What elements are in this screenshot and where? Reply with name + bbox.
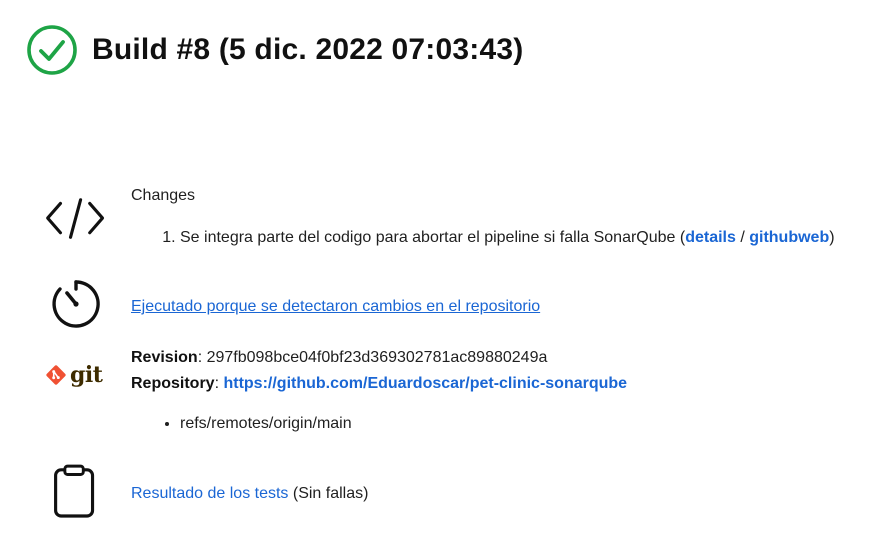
link-separator: / [735,229,750,246]
git-logo: git [45,362,103,388]
tests-body: Resultado de los tests (Sin fallas) [131,481,368,507]
trigger-cause-link[interactable]: Ejecutado porque se detectaron cambios e… [131,298,540,315]
changes-heading: Changes [131,187,196,204]
refs-list: refs/remotes/origin/main [131,411,627,437]
revision-line: Revision: 297fb098bce04f0bf23d369302781a… [131,349,548,366]
list-item: Se integra parte del codigo para abortar… [180,225,835,251]
trigger-body: Ejecutado porque se detectaron cambios e… [131,294,540,320]
revision-label: Revision [131,349,198,366]
clipboard-icon [54,464,95,518]
repository-link[interactable]: https://github.com/Eduardoscar/pet-clini… [223,375,627,392]
success-check-circle-icon [27,25,77,75]
closing-paren: ) [829,229,835,246]
code-icon [46,198,105,239]
change-message: Se integra parte del codigo para abortar… [180,229,686,246]
revision-value: 297fb098bce04f0bf23d369302781ac89880249a [206,349,548,366]
test-status-text: (Sin fallas) [292,485,369,502]
details-link[interactable]: details [685,229,736,246]
test-results-link[interactable]: Resultado de los tests [131,485,288,502]
git-logo-text: git [70,362,103,388]
list-item: refs/remotes/origin/main [180,411,627,437]
timer-icon [52,280,100,328]
git-body: Revision: 297fb098bce04f0bf23d369302781a… [131,345,627,437]
githubweb-link[interactable]: githubweb [749,229,829,246]
page-title: Build #8 (5 dic. 2022 07:03:43) [92,33,524,66]
changes-list: Se integra parte del codigo para abortar… [131,225,835,251]
repository-label: Repository [131,375,215,392]
repository-line: Repository: https://github.com/Eduardosc… [131,375,628,392]
build-page: Build #8 (5 dic. 2022 07:03:43) Changes … [0,0,886,552]
build-header: Build #8 (5 dic. 2022 07:03:43) [26,24,523,76]
git-diamond-icon [46,365,66,385]
changes-body: Changes Se integra parte del codigo para… [131,183,835,251]
